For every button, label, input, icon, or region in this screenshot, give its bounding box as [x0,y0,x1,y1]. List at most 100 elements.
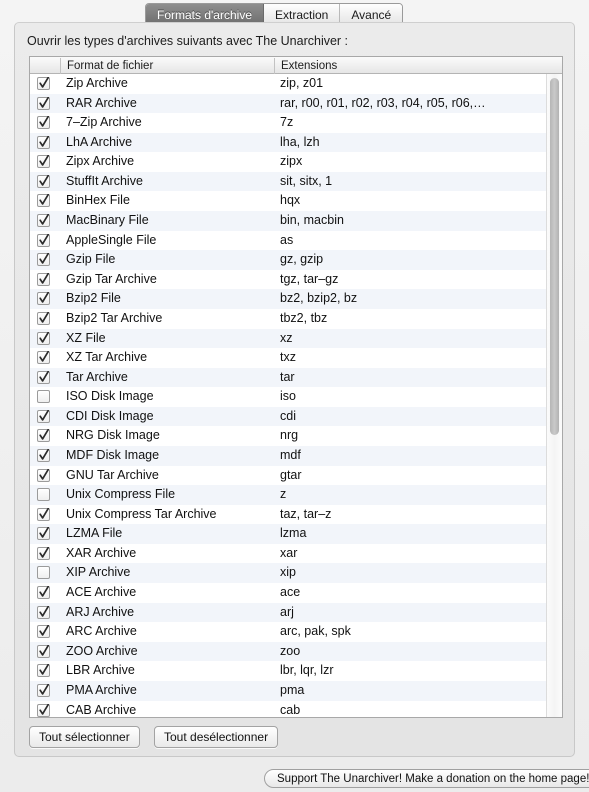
table-vertical-scrollbar[interactable] [546,74,562,717]
checkbox-checked-icon[interactable] [37,664,50,678]
cell-extensions: arj [280,604,294,619]
checkbox-checked-icon[interactable] [37,351,50,365]
table-row[interactable]: ARC Archive arc, pak, spk [30,622,562,642]
cell-format: RAR Archive [66,95,137,110]
tab-label: Formats d'archive [157,7,252,22]
table-row[interactable]: StuffIt Archive sit, sitx, 1 [30,171,562,192]
table-row[interactable]: Zipx Archive zipx [30,152,562,172]
cell-format: Bzip2 File [66,291,121,306]
checkbox-checked-icon[interactable] [37,331,50,345]
table-row[interactable]: LBR Archive lbr, lqr, lzr [30,661,562,681]
cell-extensions: arc, pak, spk [280,624,351,639]
scrollbar-thumb[interactable] [550,78,559,435]
table-row[interactable]: NRG Disk Image nrg [30,426,562,446]
checkbox-checked-icon[interactable] [37,605,50,619]
checkbox-unchecked-icon[interactable] [37,390,50,404]
column-header-extensions[interactable]: Extensions [274,58,546,74]
select-all-button[interactable]: Tout sélectionner [29,726,140,748]
checkbox-checked-icon[interactable] [37,272,50,286]
cell-format: PMA Archive [66,682,137,697]
tab-label: Avancé [351,7,392,22]
table-row[interactable]: ACE Archive ace [30,583,562,603]
checkbox-checked-icon[interactable] [37,448,50,462]
checkbox-checked-icon[interactable] [37,586,50,600]
table-row[interactable]: 7–Zip Archive 7z [30,113,562,133]
table-row[interactable]: RAR Archive rar, r00, r01, r02, r03, r04,… [30,93,562,114]
checkbox-checked-icon[interactable] [37,155,50,169]
checkbox-unchecked-icon[interactable] [37,566,50,580]
table-row[interactable]: Gzip Tar Archive tgz, tar–gz [30,269,562,290]
column-header-checkbox[interactable] [30,58,60,74]
checkbox-checked-icon[interactable] [37,370,50,384]
checkbox-checked-icon[interactable] [37,116,50,130]
checkbox-checked-icon[interactable] [37,409,50,423]
checkbox-checked-icon[interactable] [37,703,50,717]
checkbox-checked-icon[interactable] [37,546,50,560]
cell-format: Tar Archive [66,369,128,384]
table-row[interactable]: Unix Compress Tar Archive taz, tar–z [30,504,562,525]
table-row[interactable]: MDF Disk Image mdf [30,445,562,466]
cell-extensions: nrg [280,428,299,443]
checkbox-checked-icon[interactable] [37,683,50,697]
cell-format: XZ Tar Archive [66,350,148,365]
table-row[interactable]: GNU Tar Archive gtar [30,465,562,486]
deselect-all-button[interactable]: Tout desélectionner [154,726,279,748]
checkbox-checked-icon[interactable] [37,429,50,443]
cell-format: NRG Disk Image [66,428,160,443]
cell-extensions: pma [280,682,305,697]
checkbox-checked-icon[interactable] [37,507,50,521]
cell-format: LZMA File [66,526,123,541]
table-row[interactable]: Tar Archive tar [30,367,562,388]
checkbox-checked-icon[interactable] [37,135,50,149]
checkbox-checked-icon[interactable] [37,96,50,110]
table-row[interactable]: ISO Disk Image iso [30,387,562,407]
checkbox-checked-icon[interactable] [37,527,50,541]
table-row[interactable]: Gzip File gz, gzip [30,250,562,270]
checkbox-checked-icon[interactable] [37,468,50,482]
cell-extensions: lzma [280,526,307,541]
table-row[interactable]: Unix Compress File z [30,485,562,505]
checkbox-unchecked-icon[interactable] [37,488,50,502]
cell-format: MDF Disk Image [66,447,160,462]
cell-format: ZOO Archive [66,643,138,658]
checkbox-checked-icon[interactable] [37,233,50,247]
table-row[interactable]: XIP Archive xip [30,563,562,584]
table-row[interactable]: CDI Disk Image cdi [30,406,562,427]
table-row[interactable]: LhA Archive lha, lzh [30,132,562,153]
cell-format: XAR Archive [66,545,137,560]
checkbox-checked-icon[interactable] [37,194,50,208]
formats-table[interactable]: Format de fichier Extensions Zip Archive… [29,56,563,718]
checkbox-checked-icon[interactable] [37,214,50,228]
formats-panel: Ouvrir les types d'archives suivants ave… [14,22,575,757]
table-row[interactable]: Zip Archive zip, z01 [30,74,562,94]
column-header-format[interactable]: Format de fichier [60,58,274,74]
table-row[interactable]: ARJ Archive arj [30,602,562,623]
table-row[interactable]: Bzip2 Tar Archive tbz2, tbz [30,308,562,329]
table-row[interactable]: XAR Archive xar [30,543,562,564]
cell-format: ARC Archive [66,624,137,639]
checkbox-checked-icon[interactable] [37,253,50,267]
checkbox-checked-icon[interactable] [37,644,50,658]
table-row[interactable]: Bzip2 File bz2, bzip2, bz [30,289,562,309]
checkbox-checked-icon[interactable] [37,174,50,188]
table-row[interactable]: PMA Archive pma [30,680,562,701]
tab-label: Extraction [275,7,329,22]
checkbox-checked-icon[interactable] [37,77,50,90]
table-row[interactable]: XZ File xz [30,328,562,349]
table-row[interactable]: LZMA File lzma [30,524,562,544]
cell-extensions: tgz, tar–gz [280,271,339,286]
donate-button[interactable]: Support The Unarchiver! Make a donation … [264,769,589,788]
cell-extensions: hqx [280,193,301,208]
table-row[interactable]: BinHex File hqx [30,191,562,212]
table-row[interactable]: CAB Archive cab [30,700,562,717]
checkbox-checked-icon[interactable] [37,625,50,639]
table-row[interactable]: MacBinary File bin, macbin [30,211,562,231]
table-row[interactable]: AppleSingle File as [30,230,562,251]
checkbox-checked-icon[interactable] [37,292,50,306]
table-row[interactable]: ZOO Archive zoo [30,641,562,662]
checkbox-checked-icon[interactable] [37,311,50,325]
table-row[interactable]: XZ Tar Archive txz [30,348,562,368]
cell-extensions: sit, sitx, 1 [280,173,333,188]
cell-extensions: lha, lzh [280,134,320,149]
cell-format: CDI Disk Image [66,408,154,423]
